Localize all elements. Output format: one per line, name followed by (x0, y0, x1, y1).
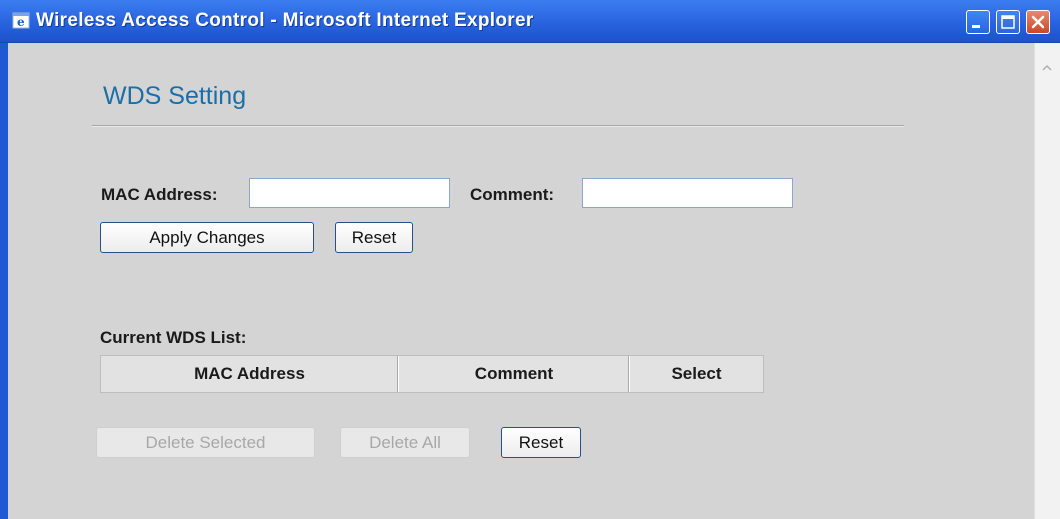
title-divider (92, 125, 904, 127)
minimize-icon (972, 25, 980, 28)
window-title: Wireless Access Control - Microsoft Inte… (36, 10, 534, 31)
column-header-comment: Comment (399, 356, 630, 392)
apply-changes-button[interactable]: Apply Changes (100, 222, 314, 253)
vertical-scrollbar[interactable] (1034, 43, 1060, 519)
mac-address-label: MAC Address: (101, 185, 218, 204)
comment-label: Comment: (470, 185, 555, 204)
mac-address-input[interactable] (249, 178, 450, 208)
close-icon (1031, 15, 1045, 29)
internet-explorer-icon: e (12, 11, 32, 31)
column-header-mac-address: MAC Address (101, 356, 399, 392)
maximize-button[interactable] (996, 10, 1020, 34)
reset-form-button[interactable]: Reset (335, 222, 413, 253)
delete-all-button[interactable]: Delete All (340, 427, 470, 458)
scroll-up-arrow-icon[interactable] (1038, 60, 1056, 76)
close-button[interactable] (1026, 10, 1050, 34)
svg-text:e: e (17, 15, 25, 29)
reset-list-button[interactable]: Reset (501, 427, 581, 458)
window-frame-left (0, 43, 8, 519)
column-header-select: Select (671, 364, 722, 383)
wds-list-heading: Current WDS List: (100, 328, 247, 347)
wds-list-table: MAC Address Comment Select (100, 355, 764, 393)
comment-input[interactable] (582, 178, 793, 208)
page-title: WDS Setting (103, 82, 247, 110)
minimize-button[interactable] (966, 10, 990, 34)
maximize-icon (1001, 15, 1015, 29)
window-titlebar[interactable]: e Wireless Access Control - Microsoft In… (0, 0, 1060, 43)
delete-selected-button[interactable]: Delete Selected (96, 427, 315, 458)
